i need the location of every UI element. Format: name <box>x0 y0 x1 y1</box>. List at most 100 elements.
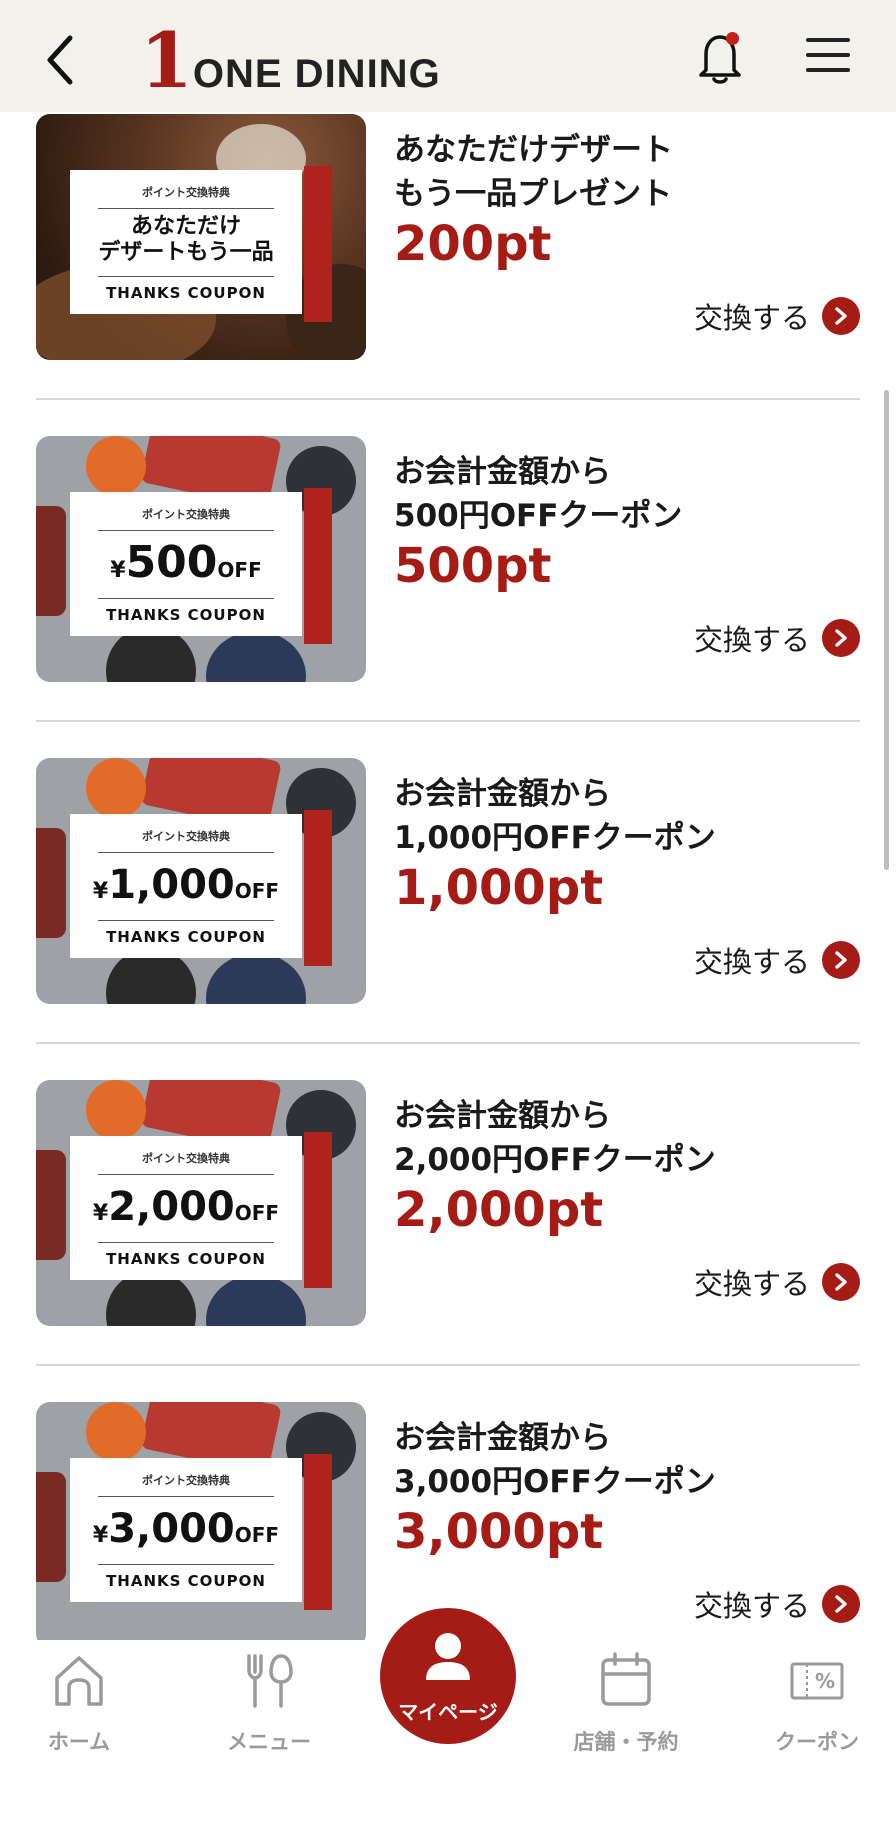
scrollbar[interactable] <box>884 390 889 870</box>
chevron-right-circle-icon[interactable] <box>822 297 860 335</box>
card-amount: ¥1,000OFF <box>92 862 280 908</box>
reward-title-line: 3,000円OFFクーポン <box>394 1464 716 1500</box>
exchange-label: 交換する <box>693 945 810 979</box>
reward-points: 200pt <box>394 216 552 272</box>
person-icon <box>426 1633 470 1680</box>
back-chevron-icon[interactable] <box>40 30 80 90</box>
logo-number: 1 <box>140 16 193 105</box>
card-top-label: ポイント交換特典 <box>142 186 230 199</box>
calendar-icon <box>601 1652 651 1706</box>
back-button[interactable] <box>40 30 90 90</box>
app-header: 1 ONE DINING <box>0 0 896 112</box>
reward-points: 2,000pt <box>394 1182 604 1238</box>
card-top-label: ポイント交換特典 <box>142 508 230 521</box>
exchange-button[interactable]: 交換する <box>694 618 860 658</box>
card-top-label: ポイント交換特典 <box>142 1152 230 1165</box>
ticket-stub-decoration <box>304 810 332 966</box>
notification-badge <box>726 32 739 45</box>
chevron-right-circle-icon[interactable] <box>822 619 860 657</box>
reward-title-line: 500円OFFクーポン <box>394 498 683 534</box>
nav-home[interactable]: ホーム <box>14 1650 144 1760</box>
nav-menu-label: メニュー <box>227 1730 311 1754</box>
meat-coupon-image: ポイント交換特典 ¥2,000OFF THANKS COUPON <box>36 1080 366 1326</box>
exchange-button[interactable]: 交換する <box>694 296 860 336</box>
reward-title-line: 1,000円OFFクーポン <box>394 820 716 856</box>
reward-item-2000[interactable]: ポイント交換特典 ¥2,000OFF THANKS COUPON お会計金額から… <box>36 1080 860 1330</box>
chevron-right-circle-icon[interactable] <box>822 941 860 979</box>
divider <box>36 1042 860 1044</box>
card-main-line1: あなただけ <box>130 214 241 239</box>
card-top-label: ポイント交換特典 <box>142 1474 230 1487</box>
chevron-right-circle-icon[interactable] <box>822 1585 860 1623</box>
bottom-nav: ホーム メニュー マイページ 店舗・予約 % クーポン <box>0 1608 896 1828</box>
exchange-button[interactable]: 交換する <box>694 1262 860 1302</box>
reward-title-line: お会計金額から <box>394 776 611 812</box>
exchange-label: 交換する <box>693 1589 810 1623</box>
reward-title: お会計金額から 500円OFFクーポン <box>394 450 854 538</box>
reward-title-line: お会計金額から <box>394 1098 611 1134</box>
exchange-label: 交換する <box>693 623 810 657</box>
nav-stores-label: 店舗・予約 <box>573 1730 679 1754</box>
reward-item-1000[interactable]: ポイント交換特典 ¥1,000OFF THANKS COUPON お会計金額から… <box>36 758 860 1008</box>
meat-coupon-image: ポイント交換特典 ¥3,000OFF THANKS COUPON <box>36 1402 366 1648</box>
logo-text: ONE DINING <box>192 52 441 96</box>
reward-title: お会計金額から 3,000円OFFクーポン <box>394 1416 854 1504</box>
card-bottom-label: THANKS COUPON <box>106 606 266 624</box>
notification-button[interactable] <box>692 28 748 88</box>
nav-mypage-label: マイページ <box>398 1700 498 1724</box>
ticket-stub-decoration <box>304 1132 332 1288</box>
bell-icon[interactable] <box>692 28 748 88</box>
coupon-card: ポイント交換特典 ¥2,000OFF THANKS COUPON <box>70 1136 302 1280</box>
ticket-stub-decoration <box>304 1454 332 1610</box>
divider <box>36 720 860 722</box>
svg-text:%: % <box>815 1669 835 1693</box>
exchange-button[interactable]: 交換する <box>694 1584 860 1624</box>
meat-coupon-image: ポイント交換特典 ¥1,000OFF THANKS COUPON <box>36 758 366 1004</box>
divider <box>36 398 860 400</box>
hamburger-menu-icon[interactable] <box>806 38 850 78</box>
reward-title-line: お会計金額から <box>394 454 611 490</box>
card-amount: ¥2,000OFF <box>92 1184 280 1230</box>
reward-points: 500pt <box>394 538 552 594</box>
reward-title-line: もう一品プレゼント <box>394 176 673 212</box>
card-main-line2: デザートもう一品 <box>98 240 274 265</box>
coupon-card: ポイント交換特典 あなただけ デザートもう一品 THANKS COUPON <box>70 170 302 314</box>
reward-title: お会計金額から 2,000円OFFクーポン <box>394 1094 854 1182</box>
divider <box>36 1364 860 1366</box>
reward-item-dessert[interactable]: ポイント交換特典 あなただけ デザートもう一品 THANKS COUPON あな… <box>36 114 860 364</box>
reward-title-line: 2,000円OFFクーポン <box>394 1142 716 1178</box>
exchange-label: 交換する <box>693 1267 810 1301</box>
nav-home-label: ホーム <box>47 1730 111 1754</box>
reward-item-500[interactable]: ポイント交換特典 ¥500OFF THANKS COUPON お会計金額から 5… <box>36 436 860 686</box>
card-bottom-label: THANKS COUPON <box>106 284 266 302</box>
card-bottom-label: THANKS COUPON <box>106 1572 266 1590</box>
coupon-card: ポイント交換特典 ¥500OFF THANKS COUPON <box>70 492 302 636</box>
card-bottom-label: THANKS COUPON <box>106 928 266 946</box>
dessert-coupon-image: ポイント交換特典 あなただけ デザートもう一品 THANKS COUPON <box>36 114 366 360</box>
card-bottom-label: THANKS COUPON <box>106 1250 266 1268</box>
reward-title-line: お会計金額から <box>394 1420 611 1456</box>
reward-title: お会計金額から 1,000円OFFクーポン <box>394 772 854 860</box>
home-icon <box>55 1656 103 1706</box>
card-amount: ¥500OFF <box>110 537 262 588</box>
nav-stores[interactable]: 店舗・予約 <box>561 1650 691 1760</box>
meat-coupon-image: ポイント交換特典 ¥500OFF THANKS COUPON <box>36 436 366 682</box>
nav-menu[interactable]: メニュー <box>204 1650 334 1760</box>
fork-spoon-icon <box>247 1654 293 1708</box>
coupon-percent-icon: % <box>790 1662 844 1700</box>
nav-coupon[interactable]: % クーポン <box>752 1650 882 1760</box>
exchange-button[interactable]: 交換する <box>694 940 860 980</box>
reward-points: 3,000pt <box>394 1504 604 1560</box>
exchange-label: 交換する <box>693 301 810 335</box>
app-logo: 1 ONE DINING <box>140 16 441 105</box>
coupon-card: ポイント交換特典 ¥1,000OFF THANKS COUPON <box>70 814 302 958</box>
card-top-label: ポイント交換特典 <box>142 830 230 843</box>
coupon-card: ポイント交換特典 ¥3,000OFF THANKS COUPON <box>70 1458 302 1602</box>
nav-mypage[interactable]: マイページ <box>380 1608 516 1744</box>
reward-points: 1,000pt <box>394 860 604 916</box>
card-amount: ¥3,000OFF <box>92 1506 280 1552</box>
ticket-stub-decoration <box>304 166 332 322</box>
chevron-right-circle-icon[interactable] <box>822 1263 860 1301</box>
ticket-stub-decoration <box>304 488 332 644</box>
reward-title-line: あなただけデザート <box>394 132 673 168</box>
